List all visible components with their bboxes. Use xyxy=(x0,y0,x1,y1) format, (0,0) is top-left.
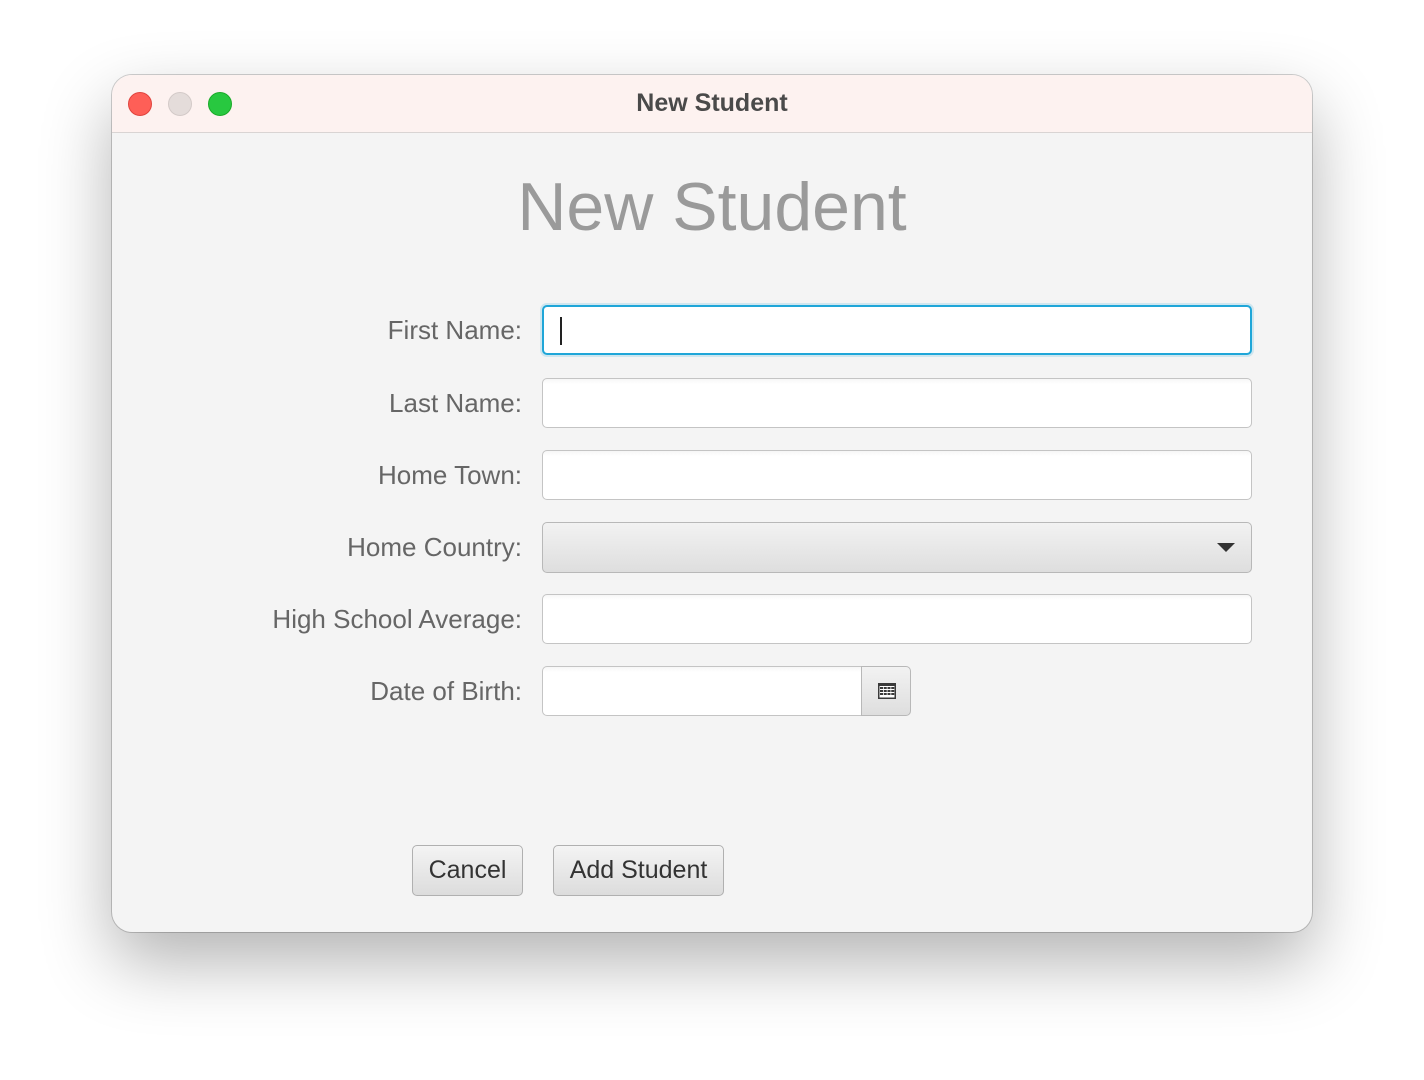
home-town-input[interactable] xyxy=(542,450,1252,500)
first-name-input[interactable] xyxy=(542,305,1252,355)
last-name-label: Last Name: xyxy=(389,388,522,418)
date-of-birth-input[interactable] xyxy=(542,666,862,716)
window-title: New Student xyxy=(636,89,788,117)
form-heading: New Student xyxy=(517,169,907,245)
text-caret xyxy=(560,317,562,345)
high-school-average-label: High School Average: xyxy=(272,604,522,634)
home-country-label: Home Country: xyxy=(347,532,522,562)
calendar-icon xyxy=(878,683,896,699)
chevron-down-icon xyxy=(1217,543,1235,552)
title-bar: New Student xyxy=(112,75,1312,133)
last-name-input[interactable] xyxy=(542,378,1252,428)
home-town-label: Home Town: xyxy=(377,460,522,490)
cancel-button[interactable]: Cancel xyxy=(412,845,523,896)
home-country-dropdown[interactable] xyxy=(542,522,1252,573)
first-name-label: First Name: xyxy=(387,315,522,345)
date-of-birth-label: Date of Birth: xyxy=(370,676,522,706)
add-student-button[interactable]: Add Student xyxy=(553,845,724,896)
date-picker-button[interactable] xyxy=(861,666,911,716)
new-student-window: New Student New Student First Name: Last… xyxy=(112,75,1312,932)
high-school-average-input[interactable] xyxy=(542,594,1252,644)
